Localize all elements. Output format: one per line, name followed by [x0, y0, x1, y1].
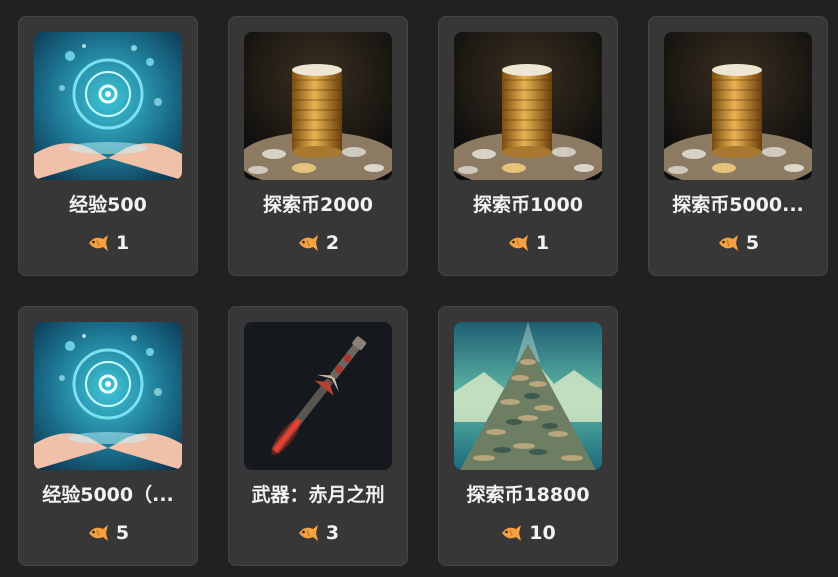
product-price: 3 [229, 521, 407, 545]
product-price: 2 [229, 231, 407, 255]
product-price: 10 [439, 521, 617, 545]
product-title: 探索币2000 [263, 194, 373, 216]
product-price: 5 [649, 231, 827, 255]
product-image-hands-orb [34, 322, 182, 470]
fish-icon [298, 525, 318, 541]
product-image-hands-orb [34, 32, 182, 180]
price-value: 3 [325, 522, 340, 544]
product-card[interactable]: 经验5000（... 5 [18, 306, 198, 566]
product-card[interactable]: 探索币5000... 5 [648, 16, 828, 276]
fish-icon [298, 235, 318, 251]
fish-icon [88, 525, 108, 541]
product-title: 探索币5000... [672, 194, 804, 216]
product-image-coin-mountain [454, 322, 602, 470]
product-card[interactable]: 武器：赤月之刑 3 [228, 306, 408, 566]
product-title: 探索币1000 [473, 194, 583, 216]
fish-icon [718, 235, 738, 251]
price-value: 1 [535, 232, 550, 254]
price-value: 1 [115, 232, 130, 254]
product-image-coin-stack [454, 32, 602, 180]
price-value: 10 [529, 522, 556, 544]
product-title: 武器：赤月之刑 [251, 484, 385, 506]
product-title: 经验5000（... [42, 484, 174, 506]
product-card[interactable]: 探索币1000 1 [438, 16, 618, 276]
price-value: 2 [325, 232, 340, 254]
fish-icon [502, 525, 522, 541]
product-image-coin-stack [664, 32, 812, 180]
product-title: 经验500 [69, 194, 147, 216]
product-price: 1 [439, 231, 617, 255]
fish-icon [88, 235, 108, 251]
product-card[interactable]: 探索币18800 10 [438, 306, 618, 566]
price-value: 5 [745, 232, 760, 254]
product-price: 5 [19, 521, 197, 545]
fish-icon [508, 235, 528, 251]
product-image-coin-stack [244, 32, 392, 180]
product-card[interactable]: 经验500 1 [18, 16, 198, 276]
product-card[interactable]: 探索币2000 2 [228, 16, 408, 276]
product-price: 1 [19, 231, 197, 255]
price-value: 5 [115, 522, 130, 544]
product-title: 探索币18800 [466, 484, 590, 506]
product-image-crimson-sword [244, 322, 392, 470]
